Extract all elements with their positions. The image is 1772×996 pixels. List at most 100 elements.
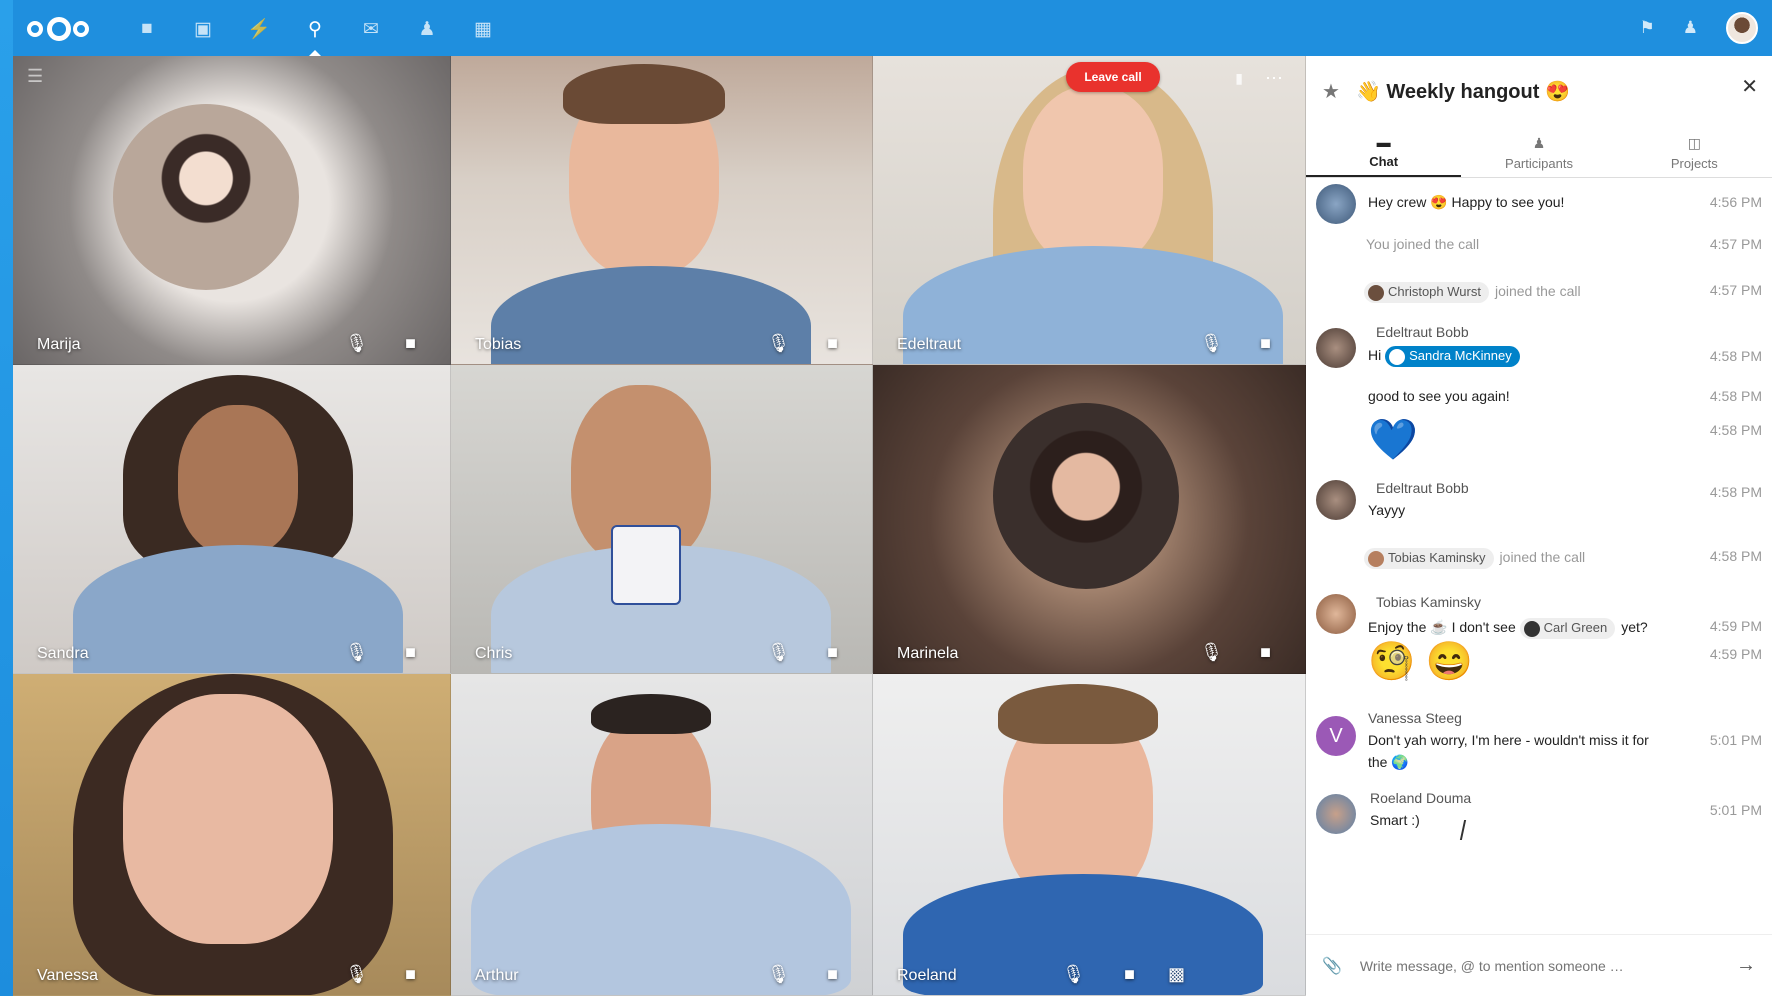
tab-projects[interactable]: ◫ Projects bbox=[1617, 128, 1772, 177]
top-navigation-bar: ■ ▣ ⚡ ⚲ ✉ ♟ ▦ ⚑ ♟ bbox=[13, 0, 1772, 56]
message-composer: 📎 → bbox=[1306, 934, 1772, 996]
participant-name: Arthur bbox=[475, 967, 519, 984]
avatar bbox=[993, 403, 1179, 589]
message-time: 4:58 PM bbox=[1709, 548, 1762, 564]
mail-icon[interactable]: ✉ bbox=[343, 16, 399, 42]
tab-participants[interactable]: ♟ Participants bbox=[1461, 128, 1616, 177]
microphone-icon: 🎙 bbox=[1200, 642, 1223, 662]
projects-icon: ◫ bbox=[1687, 134, 1701, 151]
participant-name: Tobias bbox=[475, 336, 522, 353]
participant-name: Edeltraut bbox=[897, 336, 962, 353]
message-author: Roeland Douma bbox=[1370, 790, 1472, 806]
calendar-icon[interactable]: ▦ bbox=[455, 16, 511, 42]
microphone-icon: 🎙 bbox=[1200, 333, 1223, 353]
message-text: Smart :) bbox=[1370, 812, 1420, 828]
nextcloud-logo[interactable] bbox=[27, 14, 93, 44]
message-text: good to see you again! bbox=[1368, 388, 1510, 404]
user-mention-chip[interactable]: Tobias Kaminsky bbox=[1364, 548, 1494, 569]
camera-icon: ■ bbox=[827, 642, 838, 662]
participant-video bbox=[178, 405, 298, 555]
camera-icon: ■ bbox=[827, 964, 838, 984]
chat-icon[interactable]: ▮ bbox=[1235, 70, 1243, 87]
message-time: 4:59 PM bbox=[1709, 646, 1762, 662]
video-tile-roeland[interactable]: Roeland 🎙 ■ ▩ bbox=[873, 674, 1306, 996]
avatar: V bbox=[1316, 716, 1356, 756]
participant-name: Marija bbox=[37, 336, 81, 353]
participant-video-hair bbox=[591, 694, 711, 734]
participant-name: Vanessa bbox=[37, 967, 99, 984]
video-tile-arthur[interactable]: Arthur 🎙 ■ bbox=[451, 674, 873, 996]
more-icon[interactable]: ⋯ bbox=[1265, 68, 1283, 89]
message-time: 5:01 PM bbox=[1709, 802, 1762, 818]
camera-icon: ■ bbox=[405, 333, 416, 353]
camera-icon: ■ bbox=[1260, 642, 1271, 662]
user-mention-chip[interactable]: Sandra McKinney bbox=[1385, 346, 1520, 367]
participants-icon: ♟ bbox=[1532, 134, 1546, 151]
camera-icon: ■ bbox=[1260, 333, 1271, 353]
message-time: 5:01 PM bbox=[1709, 732, 1762, 748]
activity-icon[interactable]: ⚡ bbox=[231, 16, 287, 42]
participant-name: Chris bbox=[475, 645, 513, 662]
message-time: 4:58 PM bbox=[1709, 484, 1762, 500]
favorite-star-icon[interactable]: ★ bbox=[1322, 79, 1340, 104]
microphone-icon: 🎙 bbox=[767, 333, 790, 353]
photos-icon[interactable]: ▣ bbox=[175, 16, 231, 42]
send-icon[interactable]: → bbox=[1736, 954, 1756, 977]
message-text: Hi Sandra McKinney bbox=[1368, 346, 1526, 367]
leave-call-button[interactable]: Leave call bbox=[1066, 62, 1160, 92]
participant-video bbox=[1023, 86, 1163, 266]
files-icon[interactable]: ■ bbox=[119, 16, 175, 42]
chat-icon: ▬ bbox=[1376, 134, 1391, 150]
message-time: 4:57 PM bbox=[1709, 282, 1762, 298]
message-author: Edeltraut Bobb bbox=[1376, 480, 1469, 496]
video-tile-sandra[interactable]: Sandra 🎙 ■ bbox=[13, 365, 451, 674]
message-time: 4:58 PM bbox=[1709, 388, 1762, 404]
message-author: Edeltraut Bobb bbox=[1376, 324, 1469, 340]
video-tile-chris[interactable]: Chris 🎙 ■ bbox=[451, 365, 873, 674]
tab-chat[interactable]: ▬ Chat bbox=[1306, 128, 1462, 177]
contacts-menu-icon[interactable]: ♟ bbox=[1683, 18, 1698, 38]
microphone-icon: 🎙 bbox=[345, 642, 368, 662]
notifications-icon[interactable]: ⚑ bbox=[1640, 18, 1655, 38]
video-tile-marija[interactable]: ☰ Marija 🎙 ■ bbox=[13, 56, 451, 365]
user-mention-chip[interactable]: Christoph Wurst bbox=[1364, 282, 1489, 303]
blue-heart-emoji: 💙 bbox=[1368, 418, 1418, 462]
microphone-icon: 🎙 bbox=[1062, 964, 1085, 984]
avatar bbox=[1316, 594, 1356, 634]
video-tile-edeltraut[interactable]: Leave call ▮ ⋯ Edeltraut 🎙 ■ bbox=[873, 56, 1306, 365]
chat-message-list: Hey crew 😍 Happy to see you! 4:56 PM You… bbox=[1306, 180, 1772, 920]
message-author: Vanessa Steeg bbox=[1368, 710, 1462, 726]
contacts-icon[interactable]: ♟ bbox=[399, 16, 455, 42]
user-avatar[interactable] bbox=[1726, 12, 1758, 44]
camera-icon: ■ bbox=[405, 964, 416, 984]
message-text: the 🌍 bbox=[1368, 754, 1409, 770]
message-text: Enjoy the ☕ I don't see Carl Green yet? bbox=[1368, 618, 1648, 639]
sidebar-tabs: ▬ Chat ♟ Participants ◫ Projects bbox=[1306, 128, 1772, 178]
user-mention-chip[interactable]: Carl Green bbox=[1519, 618, 1616, 639]
avatar bbox=[1316, 480, 1356, 520]
avatar bbox=[1316, 328, 1356, 368]
system-message: You joined the call bbox=[1366, 236, 1480, 252]
close-icon[interactable]: ✕ bbox=[1741, 74, 1758, 99]
participant-video-shirt bbox=[471, 824, 851, 995]
participant-video bbox=[123, 694, 333, 944]
menu-icon[interactable]: ☰ bbox=[27, 66, 43, 87]
video-tile-marinela[interactable]: Marinela 🎙 ■ bbox=[873, 365, 1306, 674]
message-text: Yayyy bbox=[1368, 502, 1406, 518]
message-input[interactable] bbox=[1359, 957, 1736, 974]
video-tile-tobias[interactable]: Tobias 🎙 ■ bbox=[451, 56, 873, 365]
chat-sidebar: ★ 👋 Weekly hangout 😍 ✕ ▬ Chat ♟ Particip… bbox=[1306, 56, 1772, 996]
attachment-icon[interactable]: 📎 bbox=[1322, 956, 1342, 976]
camera-icon: ■ bbox=[827, 333, 838, 353]
video-grid: ☰ Marija 🎙 ■ Tobias 🎙 ■ Leave call ▮ ⋯ E… bbox=[13, 56, 1306, 996]
message-time: 4:59 PM bbox=[1709, 618, 1762, 634]
message-time: 4:58 PM bbox=[1709, 348, 1762, 364]
microphone-icon: 🎙 bbox=[767, 642, 790, 662]
microphone-icon: 🎙 bbox=[767, 964, 790, 984]
message-time: 4:58 PM bbox=[1709, 422, 1762, 438]
talk-icon[interactable]: ⚲ bbox=[287, 16, 343, 56]
participant-name: Roeland bbox=[897, 967, 957, 984]
screen-share-icon[interactable]: ▩ bbox=[1168, 964, 1185, 985]
system-message: Tobias Kaminsky joined the call bbox=[1364, 548, 1585, 569]
video-tile-vanessa[interactable]: Vanessa 🎙 ■ bbox=[13, 674, 451, 996]
